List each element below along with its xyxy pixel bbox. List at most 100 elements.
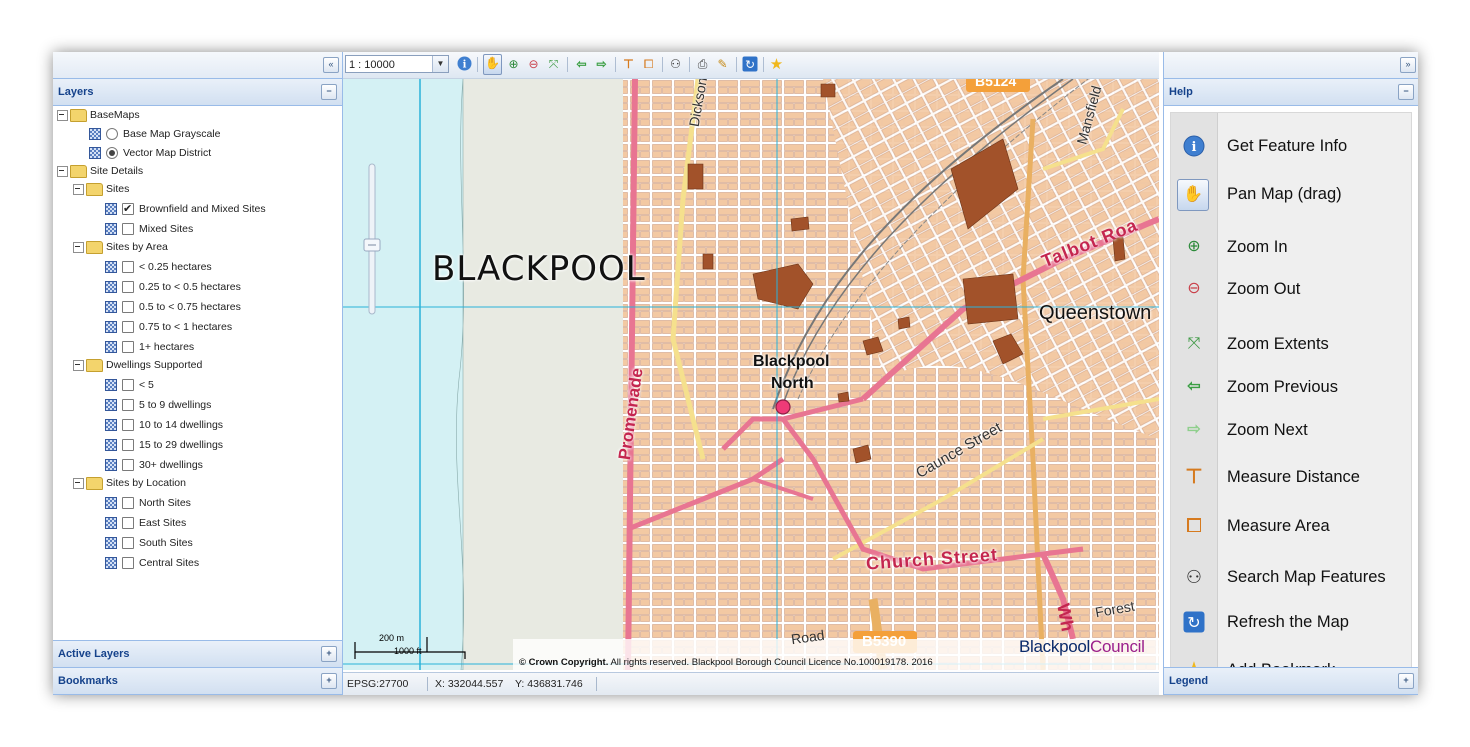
bookmarks-header[interactable]: Bookmarks + — [53, 667, 342, 695]
collapse-layers-icon[interactable]: − — [321, 84, 337, 100]
info-icon[interactable]: i — [456, 56, 473, 73]
tree-node-area-4[interactable]: 0.75 to < 1 hectares — [105, 318, 232, 336]
checkbox[interactable] — [122, 301, 134, 314]
help-item-get-feature-info[interactable]: i Get Feature Info — [1171, 129, 1411, 163]
print-settings-icon[interactable]: ✎ — [714, 56, 731, 73]
tree-node-basemaps[interactable]: BaseMaps — [57, 106, 140, 124]
tree-node-dwell-3[interactable]: 10 to 14 dwellings — [105, 416, 223, 434]
tree-label: 0.5 to < 0.75 hectares — [139, 301, 241, 313]
map-label-station-1: Blackpool — [753, 353, 830, 370]
tree-node-dwell-4[interactable]: 15 to 29 dwellings — [105, 436, 223, 454]
map-canvas[interactable]: BLACKPOOL Blackpool North Promenade Talb… — [343, 79, 1159, 670]
expand-icon[interactable]: + — [1398, 673, 1414, 689]
tree-node-loc-3[interactable]: South Sites — [105, 534, 193, 552]
tree-node-mixed-sites[interactable]: Mixed Sites — [105, 220, 193, 238]
chevron-down-icon[interactable]: ▼ — [432, 56, 448, 72]
tree-label: Mixed Sites — [139, 223, 194, 235]
checkbox[interactable] — [122, 379, 134, 392]
help-panel-header[interactable]: Help − — [1164, 78, 1418, 106]
tree-node-area-2[interactable]: 0.25 to < 0.5 hectares — [105, 278, 241, 296]
checkbox[interactable] — [122, 341, 134, 354]
tree-node-site-details[interactable]: Site Details — [57, 162, 143, 180]
layer-icon — [105, 537, 117, 550]
checkbox[interactable] — [122, 321, 134, 334]
collapse-left-icon[interactable]: « — [323, 57, 339, 73]
tree-node-dwell-5[interactable]: 30+ dwellings — [105, 456, 203, 474]
measure-distance-icon[interactable]: ⊤ — [620, 56, 637, 73]
active-layers-header[interactable]: Active Layers + — [53, 640, 342, 668]
expand-icon[interactable]: + — [321, 646, 337, 662]
tree-node-vector-map-district[interactable]: Vector Map District — [89, 144, 211, 162]
help-item-zoom-out[interactable]: ⊖ Zoom Out — [1171, 272, 1411, 306]
tree-node-dwell-1[interactable]: < 5 — [105, 376, 154, 394]
checkbox-checked[interactable] — [122, 200, 134, 218]
refresh-icon[interactable]: ↻ — [741, 56, 758, 73]
help-item-zoom-previous[interactable]: ⇦ Zoom Previous — [1171, 370, 1411, 404]
legend-panel-header[interactable]: Legend + — [1164, 667, 1418, 695]
tree-node-sites[interactable]: Sites — [73, 180, 129, 198]
zoom-previous-icon[interactable]: ⇦ — [573, 56, 590, 73]
checkbox[interactable] — [122, 399, 134, 412]
checkbox[interactable] — [122, 281, 134, 294]
tree-node-loc-2[interactable]: East Sites — [105, 514, 186, 532]
print-icon[interactable]: ⎙ — [694, 56, 711, 73]
checkbox[interactable] — [122, 517, 134, 530]
collapse-icon[interactable] — [57, 165, 68, 177]
zoom-in-icon[interactable]: ⊕ — [505, 56, 522, 73]
tree-node-location[interactable]: Sites by Location — [73, 474, 186, 492]
map-label-queenstown: Queenstown — [1039, 302, 1152, 324]
help-item-zoom-next[interactable]: ⇨ Zoom Next — [1171, 413, 1411, 447]
help-item-zoom-extents[interactable]: ⤧ Zoom Extents — [1171, 327, 1411, 361]
copyright-bold: © Crown Copyright. — [519, 657, 609, 668]
help-item-measure-distance[interactable]: ⊤ Measure Distance — [1171, 460, 1411, 494]
map-svg[interactable] — [343, 79, 1159, 670]
zoom-out-icon[interactable]: ⊖ — [525, 56, 542, 73]
radio-button[interactable] — [106, 128, 118, 141]
checkbox[interactable] — [122, 223, 134, 236]
zoom-next-icon[interactable]: ⇨ — [593, 56, 610, 73]
tree-node-area-5[interactable]: 1+ hectares — [105, 338, 194, 356]
scale-select[interactable]: 1 : 10000 ▼ — [345, 55, 449, 73]
road-shield-label-b5124: B5124 — [975, 79, 1017, 89]
tree-node-area-3[interactable]: 0.5 to < 0.75 hectares — [105, 298, 241, 316]
station-marker-icon[interactable] — [775, 399, 791, 415]
help-item-measure-area[interactable]: ⧠ Measure Area — [1171, 509, 1411, 543]
collapse-icon[interactable] — [57, 109, 68, 121]
tree-node-loc-4[interactable]: Central Sites — [105, 554, 199, 572]
checkbox[interactable] — [122, 439, 134, 452]
collapse-icon[interactable] — [73, 241, 84, 253]
tree-node-brownfield[interactable]: Brownfield and Mixed Sites — [105, 200, 266, 218]
collapse-icon[interactable] — [73, 183, 84, 195]
checkbox[interactable] — [122, 557, 134, 570]
help-item-search[interactable]: ⚇ Search Map Features — [1171, 560, 1411, 594]
checkbox[interactable] — [122, 497, 134, 510]
measure-area-icon[interactable]: ⧠ — [640, 56, 657, 73]
help-item-label: Zoom In — [1227, 238, 1288, 256]
tree-node-sites-by-area[interactable]: Sites by Area — [73, 238, 168, 256]
zoom-extents-icon[interactable]: ⤧ — [545, 56, 562, 73]
checkbox[interactable] — [122, 537, 134, 550]
bookmark-star-icon[interactable]: ★ — [768, 56, 785, 73]
help-item-refresh[interactable]: ↻ Refresh the Map — [1171, 605, 1411, 639]
expand-icon[interactable]: + — [321, 673, 337, 689]
collapse-icon[interactable] — [73, 477, 84, 489]
tree-node-area-1[interactable]: < 0.25 hectares — [105, 258, 212, 276]
checkbox[interactable] — [122, 459, 134, 472]
checkbox[interactable] — [122, 261, 134, 274]
search-binoculars-icon[interactable]: ⚇ — [667, 56, 684, 73]
collapse-icon[interactable] — [73, 359, 84, 371]
tree-node-dwellings[interactable]: Dwellings Supported — [73, 356, 202, 374]
pan-hand-icon[interactable]: ✋ — [483, 54, 502, 75]
help-item-pan-map[interactable]: ✋ Pan Map (drag) — [1171, 177, 1411, 211]
folder-icon — [86, 182, 103, 196]
radio-button-selected[interactable] — [106, 147, 118, 160]
layer-icon — [105, 223, 117, 236]
checkbox[interactable] — [122, 419, 134, 432]
collapse-help-icon[interactable]: − — [1398, 84, 1414, 100]
layers-panel-header[interactable]: Layers − — [53, 78, 342, 106]
help-item-zoom-in[interactable]: ⊕ Zoom In — [1171, 230, 1411, 264]
collapse-right-icon[interactable]: » — [1400, 57, 1416, 73]
tree-node-dwell-2[interactable]: 5 to 9 dwellings — [105, 396, 211, 414]
tree-node-base-map-grayscale[interactable]: Base Map Grayscale — [89, 125, 220, 143]
tree-node-loc-1[interactable]: North Sites — [105, 494, 191, 512]
